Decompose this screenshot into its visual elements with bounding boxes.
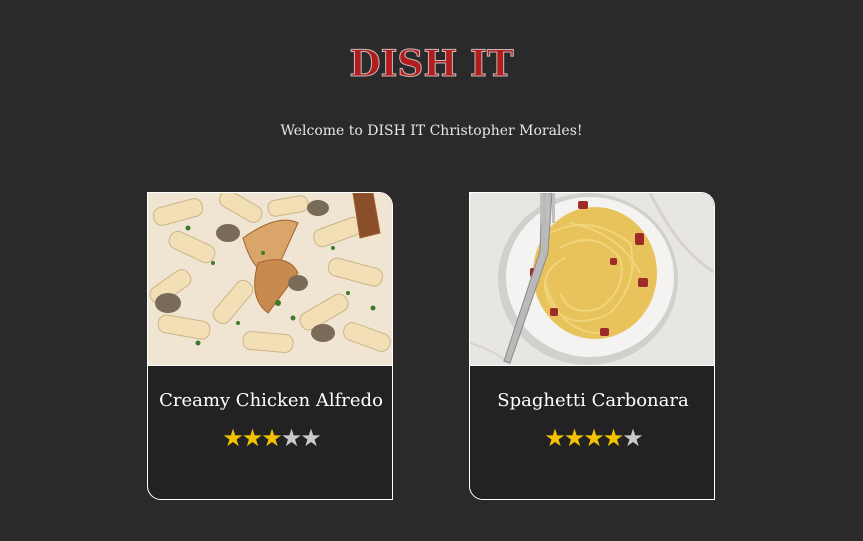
- star-filled-icon: ★: [583, 424, 604, 452]
- star-filled-icon: ★: [261, 424, 282, 452]
- star-empty-icon: ★: [300, 424, 321, 452]
- recipe-photo[interactable]: [148, 193, 392, 365]
- star-empty-icon: ★: [280, 424, 302, 452]
- recipe-card-creamy-chicken-alfredo[interactable]: Creamy Chicken Alfredo ★★★★★: [147, 192, 393, 500]
- star-filled-icon: ★: [222, 424, 243, 452]
- star-filled-icon: ★: [563, 424, 585, 452]
- star-filled-icon: ★: [602, 424, 624, 452]
- star-filled-icon: ★: [241, 424, 263, 452]
- recipe-title[interactable]: Creamy Chicken Alfredo: [148, 392, 392, 410]
- recipe-caption: Creamy Chicken Alfredo ★★★★★: [148, 365, 392, 499]
- welcome-message: Welcome to DISH IT Christopher Morales!: [280, 123, 583, 139]
- star-filled-icon: ★: [544, 424, 565, 452]
- star-empty-icon: ★: [622, 424, 643, 452]
- recipe-title[interactable]: Spaghetti Carbonara: [470, 392, 714, 410]
- site-logo-title: DISH IT: [349, 43, 514, 85]
- recipe-card-spaghetti-carbonara[interactable]: Spaghetti Carbonara ★★★★★: [469, 192, 715, 500]
- pasta-penne-chicken-image: [148, 193, 392, 365]
- recipe-caption: Spaghetti Carbonara ★★★★★: [470, 365, 714, 499]
- recipe-photo[interactable]: [470, 193, 714, 365]
- spaghetti-carbonara-image: [470, 193, 714, 365]
- rating-stars: ★★★★★: [148, 424, 392, 452]
- rating-stars: ★★★★★: [470, 424, 714, 452]
